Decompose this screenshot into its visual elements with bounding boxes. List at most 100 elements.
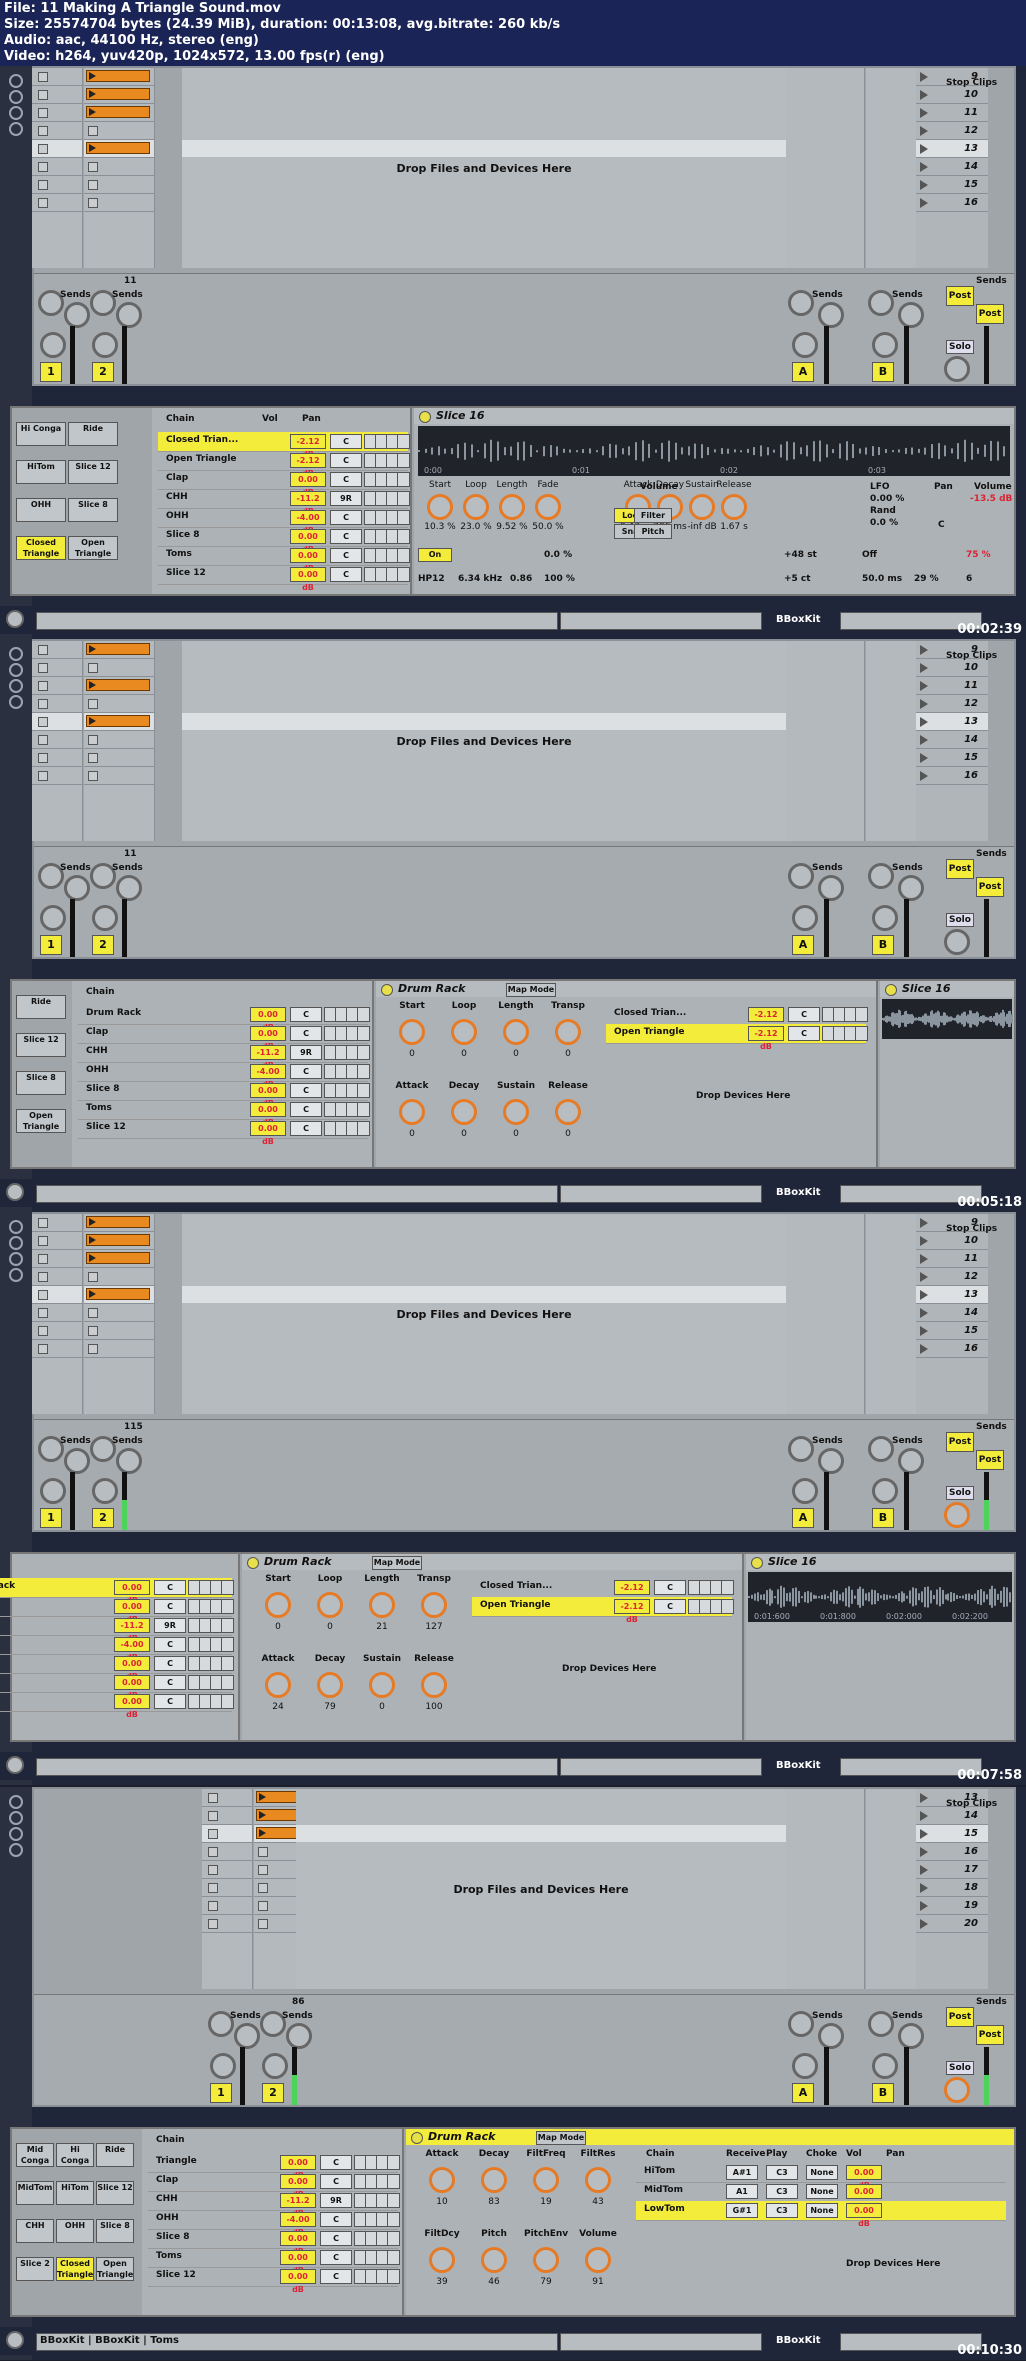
chain-volume[interactable]: -11.2 dB: [280, 2193, 316, 2218]
chain-volume[interactable]: 0.00 dB: [114, 1656, 150, 1681]
track-activator[interactable]: 1: [210, 2083, 232, 2103]
chain-row[interactable]: OHH-4.00 dBC: [148, 2210, 400, 2237]
clip-slot[interactable]: [32, 731, 82, 749]
drum-pad[interactable]: CHH: [16, 2219, 54, 2243]
pan-knob[interactable]: [210, 2053, 236, 2079]
clip-slot[interactable]: [84, 749, 154, 767]
clip-stop-button[interactable]: [38, 162, 48, 172]
macro-knob[interactable]: [317, 1592, 343, 1618]
macro-knob[interactable]: [555, 1019, 581, 1045]
chain-toggle[interactable]: [221, 1599, 234, 1614]
clip-slot[interactable]: [202, 1807, 252, 1825]
clip-stop-button[interactable]: [38, 144, 48, 154]
detune-value[interactable]: +5 ct: [784, 574, 811, 584]
clip-slot[interactable]: [32, 1250, 82, 1268]
chain-pan[interactable]: 9R: [330, 491, 362, 506]
clip-stop-button[interactable]: [208, 1847, 218, 1857]
chain-volume[interactable]: 0.00 dB: [280, 2155, 316, 2180]
clip-slot[interactable]: [84, 1268, 154, 1286]
chain-toggle[interactable]: [397, 434, 410, 449]
pan-value[interactable]: C: [938, 520, 945, 530]
chain-volume[interactable]: -4.00 dB: [280, 2212, 316, 2237]
view-toggle-icon[interactable]: [9, 695, 23, 709]
drum-pad[interactable]: Hi Conga: [16, 422, 66, 446]
chain-pan[interactable]: C: [320, 2212, 352, 2227]
scene-launch[interactable]: 16: [916, 767, 988, 785]
clip-stop-button[interactable]: [208, 1883, 218, 1893]
chain-row[interactable]: OHH-4.00 dBC: [0, 1635, 234, 1662]
choke-group[interactable]: None: [806, 2165, 838, 2180]
clip-slot[interactable]: [32, 68, 82, 86]
clip-stop-button[interactable]: [88, 1308, 98, 1318]
chain-pan[interactable]: C: [654, 1580, 686, 1595]
chain-pan[interactable]: C: [330, 434, 362, 449]
chain-pan[interactable]: C: [154, 1599, 186, 1614]
send-b-knob[interactable]: [116, 302, 142, 328]
param-knob[interactable]: [427, 494, 453, 520]
filter-type[interactable]: HP12: [418, 574, 445, 584]
chain-pan[interactable]: C: [320, 2250, 352, 2265]
clip-slot[interactable]: [32, 1340, 82, 1358]
view-toggle-icon[interactable]: [9, 1843, 23, 1857]
clip-slot[interactable]: [32, 1286, 82, 1304]
macro-knob[interactable]: [369, 1592, 395, 1618]
pan-knob[interactable]: [40, 905, 66, 931]
macro-knob[interactable]: [451, 1099, 477, 1125]
clip-slot[interactable]: [84, 86, 154, 104]
macro-knob[interactable]: [421, 1592, 447, 1618]
clip-stop-button[interactable]: [38, 1344, 48, 1354]
chain-row[interactable]: Slice 8 0.00 dB C: [158, 527, 410, 554]
macro-knob[interactable]: [533, 2167, 559, 2193]
chain-pan[interactable]: C: [290, 1026, 322, 1041]
scene-launch[interactable]: 14: [916, 1304, 988, 1322]
rand-value[interactable]: 0.0 %: [870, 518, 898, 528]
macro-knob[interactable]: [317, 1672, 343, 1698]
solo-button[interactable]: Solo: [946, 2061, 974, 2075]
chain-row[interactable]: Open Triangle -2.12 dB C: [158, 451, 410, 478]
audio-clip[interactable]: [86, 679, 150, 691]
vel-value[interactable]: 0.0 %: [544, 550, 572, 560]
drum-pad[interactable]: Slice 12: [96, 2181, 134, 2205]
clip-slot[interactable]: [202, 1789, 252, 1807]
chain-volume[interactable]: 0.00 dB: [114, 1694, 150, 1719]
return-activator[interactable]: A: [792, 935, 814, 955]
send-knob[interactable]: [818, 2023, 844, 2049]
clip-stop-button[interactable]: [208, 1865, 218, 1875]
macro-knob[interactable]: [585, 2167, 611, 2193]
clip-stop-button[interactable]: [38, 126, 48, 136]
audio-clip[interactable]: [86, 1288, 150, 1300]
drop-devices-label[interactable]: Drop Devices Here: [846, 2259, 940, 2269]
scene-launch[interactable]: 17: [916, 1861, 988, 1879]
chain-row[interactable]: Clap 0.00 dB C: [78, 1024, 370, 1051]
clip-stop-button[interactable]: [208, 1829, 218, 1839]
clip-stop-button[interactable]: [88, 126, 98, 136]
clip-slot[interactable]: [84, 695, 154, 713]
view-toggle-icon[interactable]: [9, 679, 23, 693]
param-knob[interactable]: [499, 494, 525, 520]
drum-pad[interactable]: Open Triangle: [96, 2257, 134, 2281]
audio-clip[interactable]: [86, 1252, 150, 1264]
chain-pan[interactable]: C: [154, 1675, 186, 1690]
chain-pan[interactable]: C: [290, 1102, 322, 1117]
clip-slot[interactable]: [32, 1322, 82, 1340]
clip-stop-button[interactable]: [38, 645, 48, 655]
chain-volume[interactable]: 0.00 dB: [250, 1121, 286, 1146]
chain-row[interactable]: Toms 0.00 dB C: [158, 546, 410, 573]
stop-clips-label[interactable]: Stop Clips: [946, 78, 997, 88]
clip-stop-button[interactable]: [88, 753, 98, 763]
clip-stop-button[interactable]: [38, 72, 48, 82]
track-activator[interactable]: 2: [262, 2083, 284, 2103]
clip-stop-button[interactable]: [38, 1218, 48, 1228]
scene-launch[interactable]: 13: [916, 140, 988, 158]
clip-slot[interactable]: [84, 68, 154, 86]
sample-waveform[interactable]: 0:00 0:01 0:02 0:03: [418, 426, 1010, 476]
audio-clip[interactable]: [86, 70, 150, 82]
chain-toggle[interactable]: [397, 472, 410, 487]
clip-stop-button[interactable]: [258, 1883, 268, 1893]
view-toggle-icon[interactable]: [9, 1220, 23, 1234]
clip-slot[interactable]: [202, 1879, 252, 1897]
chain-toggle[interactable]: [221, 1580, 234, 1595]
chain-volume[interactable]: 0.00 dB: [846, 2203, 882, 2228]
clip-slot[interactable]: [84, 767, 154, 785]
return-activator[interactable]: B: [872, 2083, 894, 2103]
